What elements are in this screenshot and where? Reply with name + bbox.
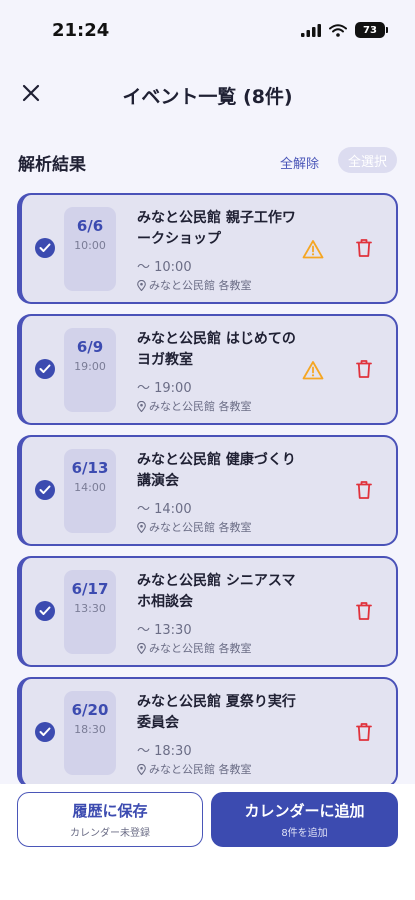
warning-triangle-icon[interactable]: [302, 239, 324, 259]
event-location-text: みなと公民館 各教室: [149, 642, 252, 655]
date-box: 6/17 13:30: [64, 570, 116, 654]
event-location-text: みなと公民館 各教室: [149, 279, 252, 292]
event-time-range: 〜 19:00: [137, 381, 192, 396]
deselect-all-button[interactable]: 全解除: [280, 153, 319, 172]
add-to-calendar-button[interactable]: カレンダーに追加 8件を追加: [211, 792, 398, 847]
event-title: みなと公民館 健康づくり講演会: [137, 452, 296, 489]
trash-icon[interactable]: [355, 480, 373, 500]
trash-icon[interactable]: [355, 238, 373, 258]
trash-icon[interactable]: [355, 359, 373, 379]
location-pin-icon: [137, 279, 146, 291]
location-pin-icon: [137, 400, 146, 412]
check-circle-icon[interactable]: [35, 480, 55, 500]
page-title: イベント一覧 (8件): [122, 86, 293, 108]
event-title: みなと公民館 親子工作ワークショップ: [137, 210, 296, 247]
wifi-icon: [329, 23, 347, 37]
event-title: みなと公民館 シニアスマホ相談会: [137, 573, 296, 610]
event-start-time: 19:00: [74, 360, 106, 373]
event-list: 6/6 10:00 みなと公民館 親子工作ワークショップ 〜 10:00 みなと…: [17, 193, 398, 798]
save-history-button[interactable]: 履歴に保存 カレンダー未登録: [17, 792, 203, 847]
event-card[interactable]: 6/6 10:00 みなと公民館 親子工作ワークショップ 〜 10:00 みなと…: [17, 193, 398, 304]
check-circle-icon[interactable]: [35, 359, 55, 379]
select-all-button[interactable]: 全選択: [338, 147, 397, 173]
add-to-calendar-label: カレンダーに追加: [244, 802, 365, 820]
event-location: みなと公民館 各教室: [137, 277, 252, 293]
event-card[interactable]: 6/20 18:30 みなと公民館 夏祭り実行委員会 〜 18:30 みなと公民…: [17, 677, 398, 788]
event-location-text: みなと公民館 各教室: [149, 521, 252, 534]
event-location-text: みなと公民館 各教室: [149, 400, 252, 413]
check-circle-icon[interactable]: [35, 238, 55, 258]
date-box: 6/13 14:00: [64, 449, 116, 533]
event-date: 6/9: [76, 338, 104, 356]
event-time-range: 〜 10:00: [137, 260, 192, 275]
event-location: みなと公民館 各教室: [137, 519, 252, 535]
event-location: みなと公民館 各教室: [137, 761, 252, 777]
event-start-time: 13:30: [74, 602, 106, 615]
event-date: 6/20: [71, 701, 109, 719]
date-box: 6/6 10:00: [64, 207, 116, 291]
event-location: みなと公民館 各教室: [137, 640, 252, 656]
status-bar: 21:24 73: [0, 0, 415, 62]
event-title: みなと公民館 はじめてのヨガ教室: [137, 331, 296, 368]
section-header: 解析結果 全解除 全選択: [18, 146, 397, 176]
date-box: 6/20 18:30: [64, 691, 116, 775]
event-start-time: 14:00: [74, 481, 106, 494]
section-title: 解析結果: [18, 155, 86, 175]
event-date: 6/6: [76, 217, 104, 235]
event-date: 6/17: [71, 580, 109, 598]
save-history-label: 履歴に保存: [72, 802, 148, 820]
status-icons: 73: [301, 22, 388, 38]
event-time-range: 〜 18:30: [137, 744, 192, 759]
event-location: みなと公民館 各教室: [137, 398, 252, 414]
check-circle-icon[interactable]: [35, 722, 55, 742]
warning-triangle-icon[interactable]: [302, 360, 324, 380]
event-title: みなと公民館 夏祭り実行委員会: [137, 694, 296, 731]
location-pin-icon: [137, 763, 146, 775]
battery-level: 73: [363, 24, 377, 36]
event-time-range: 〜 13:30: [137, 623, 192, 638]
event-date: 6/13: [71, 459, 109, 477]
status-time: 21:24: [52, 20, 110, 41]
date-box: 6/9 19:00: [64, 328, 116, 412]
event-location-text: みなと公民館 各教室: [149, 763, 252, 776]
location-pin-icon: [137, 521, 146, 533]
trash-icon[interactable]: [355, 601, 373, 621]
event-start-time: 18:30: [74, 723, 106, 736]
signal-icon: [301, 23, 321, 37]
footer-bar: 履歴に保存 カレンダー未登録 カレンダーに追加 8件を追加: [0, 784, 415, 900]
add-to-calendar-sub: 8件を追加: [281, 828, 328, 839]
event-time-range: 〜 14:00: [137, 502, 192, 517]
trash-icon[interactable]: [355, 722, 373, 742]
event-card[interactable]: 6/9 19:00 みなと公民館 はじめてのヨガ教室 〜 19:00 みなと公民…: [17, 314, 398, 425]
header: イベント一覧 (8件): [0, 72, 415, 116]
battery-icon: 73: [355, 22, 388, 38]
location-pin-icon: [137, 642, 146, 654]
event-card[interactable]: 6/17 13:30 みなと公民館 シニアスマホ相談会 〜 13:30 みなと公…: [17, 556, 398, 667]
event-card[interactable]: 6/13 14:00 みなと公民館 健康づくり講演会 〜 14:00 みなと公民…: [17, 435, 398, 546]
check-circle-icon[interactable]: [35, 601, 55, 621]
event-start-time: 10:00: [74, 239, 106, 252]
save-history-sub: カレンダー未登録: [70, 828, 150, 839]
